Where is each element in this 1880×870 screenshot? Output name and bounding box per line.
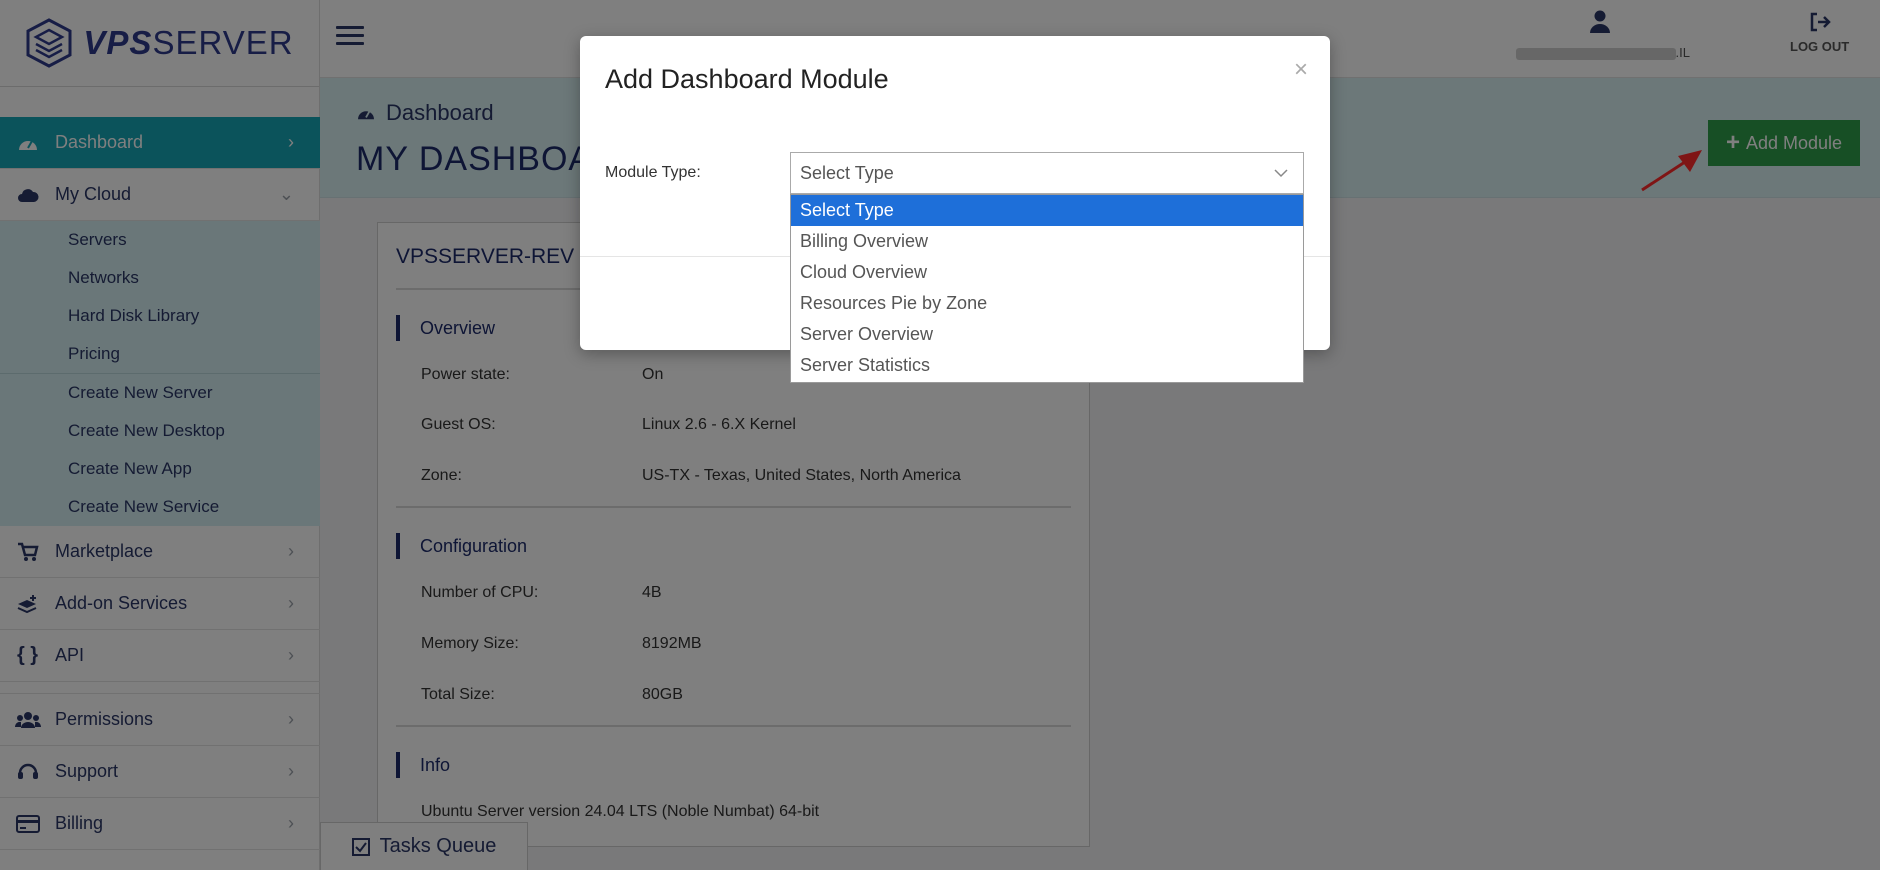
module-type-select[interactable]: Select Type xyxy=(790,152,1304,194)
modal-title: Add Dashboard Module xyxy=(605,64,889,94)
select-value: Select Type xyxy=(800,162,894,183)
option-server-statistics[interactable]: Server Statistics xyxy=(791,350,1303,381)
option-cloud-overview[interactable]: Cloud Overview xyxy=(791,257,1303,288)
option-select-type[interactable]: Select Type xyxy=(791,195,1303,226)
close-icon[interactable]: × xyxy=(1294,56,1308,84)
option-resources-pie-by-zone[interactable]: Resources Pie by Zone xyxy=(791,288,1303,319)
module-type-dropdown-list: Select Type Billing Overview Cloud Overv… xyxy=(790,194,1304,383)
module-type-label: Module Type: xyxy=(605,164,701,181)
option-server-overview[interactable]: Server Overview xyxy=(791,319,1303,350)
chevron-down-icon xyxy=(1274,169,1288,178)
option-billing-overview[interactable]: Billing Overview xyxy=(791,226,1303,257)
